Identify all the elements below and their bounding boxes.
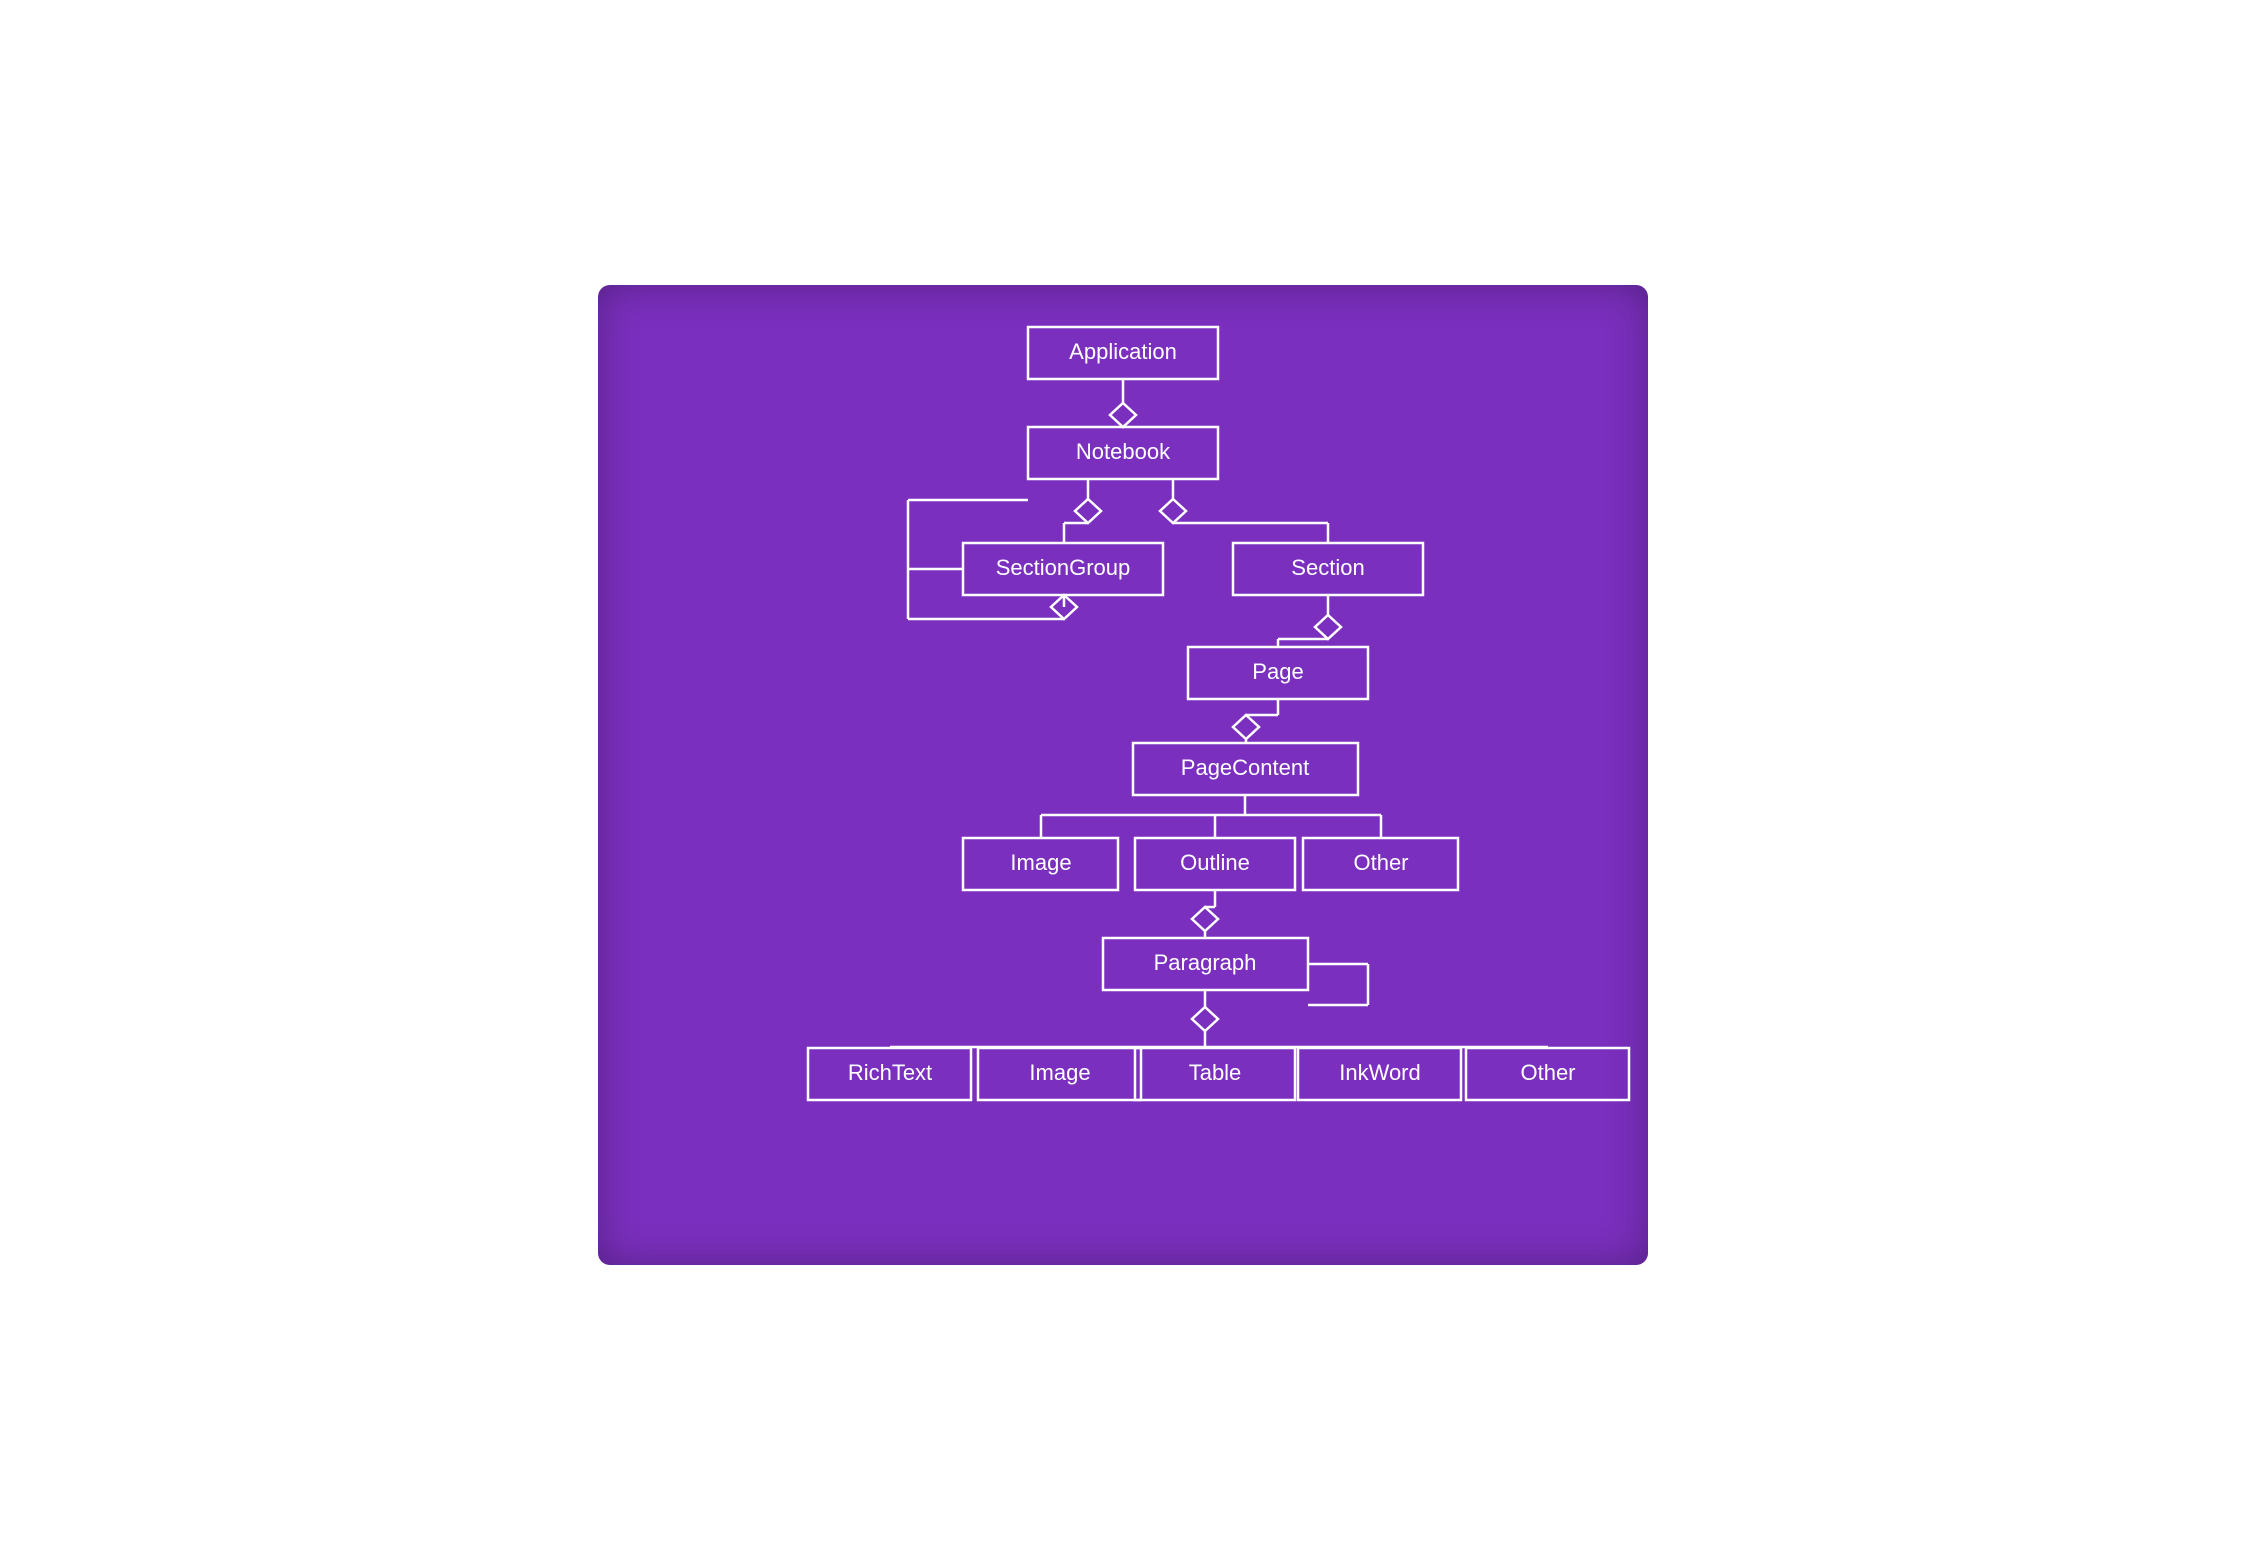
notebook-label: Notebook [1075, 438, 1170, 463]
other2-label: Other [1520, 1059, 1575, 1084]
application-label: Application [1069, 338, 1177, 363]
image1-label: Image [1010, 849, 1071, 874]
diagram-container: Application Notebook SectionGroup Sectio… [598, 285, 1648, 1265]
other1-label: Other [1353, 849, 1408, 874]
table-label: Table [1188, 1059, 1241, 1084]
image2-label: Image [1029, 1059, 1090, 1084]
pagecontent-label: PageContent [1180, 754, 1308, 779]
inkword-label: InkWord [1339, 1059, 1421, 1084]
page-label: Page [1252, 658, 1303, 683]
sectiongroup-label: SectionGroup [995, 554, 1130, 579]
richtext-label: RichText [847, 1059, 931, 1084]
outline-label: Outline [1180, 849, 1250, 874]
paragraph-label: Paragraph [1153, 949, 1256, 974]
section-label: Section [1291, 554, 1364, 579]
